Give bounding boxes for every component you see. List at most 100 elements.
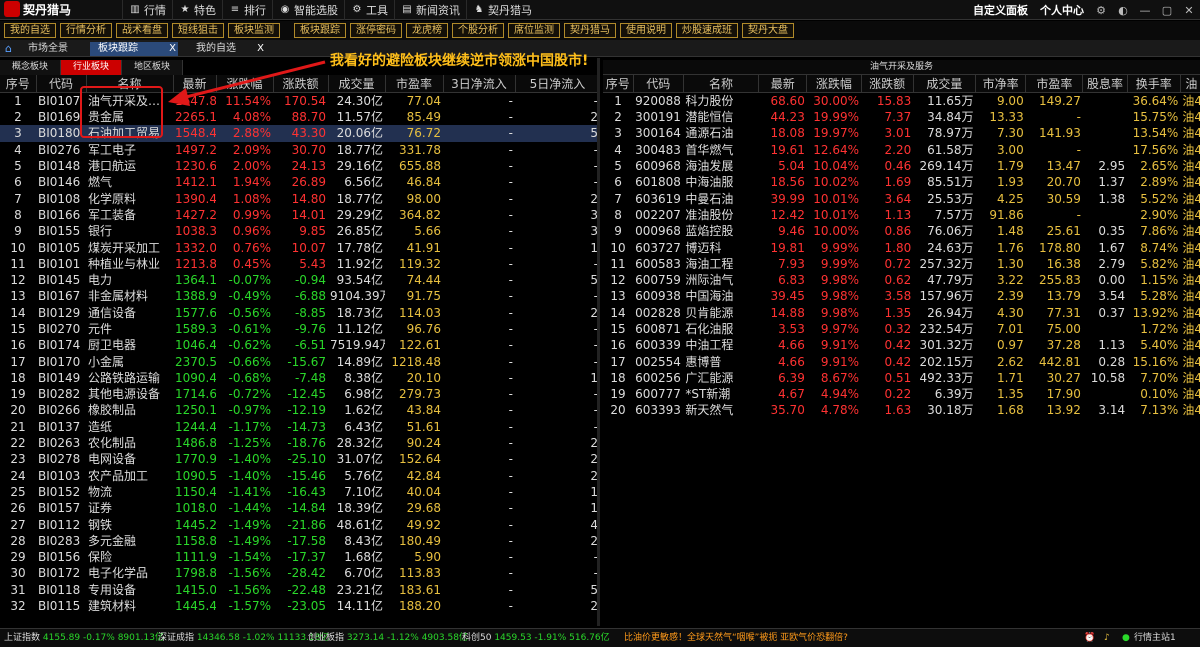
toolbar-button[interactable]: 龙虎榜 — [406, 23, 448, 38]
table-row[interactable]: 3 300164 通源石油 18.08 19.97% 3.01 78.97万 7.30 141.… — [603, 125, 1200, 141]
table-row[interactable]: 9 BI0155 银行 1038.32 0.96% 9.85 26.85亿 5.66 - 3 — [0, 223, 597, 239]
table-row[interactable]: 20 603393 新天然气 35.70 4.78% 1.63 30.18万 1.68 13.9… — [603, 402, 1200, 418]
table-row[interactable]: 28 BI0283 多元金融 1158.87 -1.49% -17.58 8.43亿 180.… — [0, 533, 597, 549]
column-header[interactable]: 序号 — [0, 75, 37, 93]
index-kc[interactable]: 科创50 1459.53 -1.91% 516.76亿 — [462, 629, 610, 647]
table-row[interactable]: 22 BI0263 农化制品 1486.87 -1.25% -18.76 28.32亿 90.… — [0, 435, 597, 451]
table-row[interactable]: 32 BI0115 建筑材料 1445.49 -1.57% -23.05 14.11亿 188… — [0, 598, 597, 614]
table-row[interactable]: 19 BI0282 其他电源设备 1714.66 -0.72% -12.45 6.98亿 27… — [0, 386, 597, 402]
table-row[interactable]: 24 BI0103 农产品加工 1090.53 -1.40% -15.46 5.76亿 42.… — [0, 468, 597, 484]
column-header[interactable]: 成交量 — [328, 75, 386, 93]
toolbar-button[interactable]: 炒股速成班 — [676, 23, 738, 38]
custom-panel-button[interactable]: 自定义面板 — [967, 2, 1034, 18]
table-row[interactable]: 12 BI0145 电力 1364.10 -0.07% -0.94 93.54亿 74.44 -… — [0, 272, 597, 288]
table-row[interactable]: 12 600759 洲际油气 6.83 9.98% 0.62 47.79万 3.22 255.8… — [603, 272, 1200, 288]
toolbar-button[interactable]: 短线狙击 — [172, 23, 224, 38]
tab-close-icon[interactable]: X — [257, 42, 264, 56]
toolbar-button[interactable]: 涨停密码 — [350, 23, 402, 38]
column-header[interactable]: 换手率 — [1127, 75, 1181, 93]
column-header[interactable]: 涨跌幅 — [806, 75, 862, 93]
sector-subtab[interactable]: 地区板块 — [122, 60, 184, 75]
table-row[interactable]: 29 BI0156 保险 1111.99 -1.54% -17.37 1.68亿 5.90 - - — [0, 549, 597, 565]
sector-subtab[interactable]: 行业板块 — [61, 60, 123, 75]
table-row[interactable]: 31 BI0118 专用设备 1415.00 -1.56% -22.48 23.21亿 183… — [0, 582, 597, 598]
table-row[interactable]: 13 BI0167 非金属材料 1388.95 -0.49% -6.88 9104.39万 9… — [0, 288, 597, 304]
table-row[interactable]: 9 000968 蓝焰控股 9.46 10.00% 0.86 76.06万 1.48 25.61… — [603, 223, 1200, 239]
menu-item[interactable]: ◉ 智能选股 — [272, 0, 344, 20]
column-header[interactable]: 名称 — [683, 75, 760, 93]
toolbar-button[interactable]: 席位监测 — [508, 23, 560, 38]
table-row[interactable]: 14 BI0129 通信设备 1577.60 -0.56% -8.85 18.73亿 114.… — [0, 305, 597, 321]
menu-item[interactable]: ♞ 契丹猎马 — [466, 0, 538, 20]
table-row[interactable]: 17 BI0170 小金属 2370.55 -0.66% -15.67 14.89亿 1218… — [0, 353, 597, 369]
menu-item[interactable]: ▥ 行情 — [122, 0, 172, 20]
tab-market[interactable]: 市场全景 — [20, 42, 88, 56]
column-header[interactable]: 名称 — [86, 75, 174, 93]
column-header[interactable]: 最新 — [173, 75, 217, 93]
table-row[interactable]: 30 BI0172 电子化学品 1798.85 -1.56% -28.42 6.70亿 113… — [0, 565, 597, 581]
table-row[interactable]: 21 BI0137 造纸 1244.40 -1.17% -14.73 6.43亿 51.61 -… — [0, 419, 597, 435]
table-row[interactable]: 14 002828 贝肯能源 14.88 9.98% 1.35 26.94万 4.30 77.3… — [603, 305, 1200, 321]
column-header[interactable]: 市净率 — [975, 75, 1027, 93]
column-header[interactable]: 市盈率 — [1025, 75, 1084, 93]
column-header[interactable]: 最新 — [758, 75, 808, 93]
menu-item[interactable]: ▤ 新闻资讯 — [394, 0, 466, 20]
alarm-icon[interactable]: ⏰ — [1084, 629, 1095, 647]
tab-close-icon[interactable]: X — [169, 42, 176, 56]
column-header[interactable]: 油 — [1180, 75, 1200, 93]
column-header[interactable]: 涨跌额 — [273, 75, 329, 93]
table-row[interactable]: 18 600256 广汇能源 6.39 8.67% 0.51 492.33万 1.71 30.2… — [603, 370, 1200, 386]
table-row[interactable]: 1 BI0107 油气开采及… 1647.86 11.54% 170.54 24.30亿 77… — [0, 93, 597, 110]
toolbar-button[interactable]: 契丹大盘 — [742, 23, 794, 38]
close-icon[interactable]: ✕ — [1178, 4, 1200, 17]
tab-sector-tracking[interactable]: 板块跟踪 X — [90, 42, 178, 56]
table-row[interactable]: 16 BI0174 厨卫电器 1046.46 -0.62% -6.51 7519.94万 12… — [0, 337, 597, 353]
menu-item[interactable]: ≡ 排行 — [222, 0, 272, 20]
table-row[interactable]: 17 002554 惠博普 4.66 9.91% 0.42 202.15万 2.62 442.8… — [603, 353, 1200, 369]
home-icon[interactable]: ⌂ — [5, 42, 12, 55]
toolbar-button[interactable]: 使用说明 — [620, 23, 672, 38]
table-row[interactable]: 8 BI0166 军工装备 1427.28 0.99% 14.01 29.29亿 364.82… — [0, 207, 597, 223]
menu-item[interactable]: ⚙ 工具 — [344, 0, 394, 20]
table-row[interactable]: 2 BI0169 贵金属 2265.13 4.08% 88.70 11.57亿 85.49 - 2 — [0, 109, 597, 125]
table-row[interactable]: 11 BI0101 种植业与林业 1213.83 0.45% 5.43 11.92亿 119.… — [0, 256, 597, 272]
sector-subtab[interactable]: 概念板块 — [0, 60, 62, 75]
toolbar-button[interactable]: 我的自选 — [4, 23, 56, 38]
table-row[interactable]: 2 300191 潜能恒信 44.23 19.99% 7.37 34.84万 13.33 - 15… — [603, 109, 1200, 125]
table-row[interactable]: 23 BI0278 电网设备 1770.91 -1.40% -25.10 31.07亿 152… — [0, 451, 597, 467]
table-row[interactable]: 3BI0180石油加工贸易1548.492.88%43.3020.06亿76.7… — [0, 125, 597, 142]
table-row[interactable]: 19 600777 *ST新潮 4.67 4.94% 0.22 6.39万 1.35 17.90… — [603, 386, 1200, 402]
table-row[interactable]: 10 603727 博迈科 19.81 9.99% 1.80 24.63万 1.76 178.8… — [603, 239, 1200, 255]
bell-icon[interactable]: ♪ — [1104, 629, 1110, 647]
column-header[interactable]: 3日净流入 — [443, 75, 516, 93]
table-row[interactable]: 4 BI0276 军工电子 1497.28 2.09% 30.70 18.77亿 331.78… — [0, 142, 597, 158]
table-row[interactable]: 8 002207 准油股份 12.42 10.01% 1.13 7.57万 91.86 - 2.9… — [603, 207, 1200, 223]
table-row[interactable]: 1 920088 科力股份 68.60 30.00% 15.83 11.65万 9.00 149… — [603, 93, 1200, 110]
menu-item[interactable]: ★ 特色 — [172, 0, 222, 20]
minimize-icon[interactable]: — — [1134, 4, 1156, 17]
table-row[interactable]: 6 601808 中海油服 18.56 10.02% 1.69 85.51万 1.93 20.7… — [603, 174, 1200, 190]
column-header[interactable]: 代码 — [633, 75, 684, 93]
settings-icon[interactable]: ⚙ — [1090, 4, 1112, 17]
column-header[interactable]: 成交量 — [913, 75, 977, 93]
skin-icon[interactable]: ◐ — [1112, 4, 1134, 17]
table-row[interactable]: 27 BI0112 钢铁 1445.26 -1.49% -21.86 48.61亿 49.92… — [0, 516, 597, 532]
table-row[interactable]: 5 BI0148 港口航运 1230.62 2.00% 24.13 29.16亿 655.88… — [0, 158, 597, 174]
table-row[interactable]: 7 603619 中曼石油 39.99 10.01% 3.64 25.53万 4.25 30.5… — [603, 190, 1200, 206]
table-row[interactable]: 7 BI0108 化学原料 1390.48 1.08% 14.80 18.77亿 98.00 -… — [0, 190, 597, 206]
column-header[interactable]: 股息率 — [1082, 75, 1128, 93]
column-header[interactable]: 代码 — [36, 75, 87, 93]
table-row[interactable]: 18 BI0149 公路铁路运输 1090.43 -0.68% -7.48 8.38亿 20.… — [0, 370, 597, 386]
toolbar-button[interactable]: 板块监测 — [228, 23, 280, 38]
toolbar-button[interactable]: 个股分析 — [452, 23, 504, 38]
user-center-button[interactable]: 个人中心 — [1034, 2, 1090, 18]
table-row[interactable]: 16 600339 中油工程 4.66 9.91% 0.42 301.32万 0.97 37.2… — [603, 337, 1200, 353]
table-row[interactable]: 25 BI0152 物流 1150.41 -1.41% -16.43 7.10亿 40.04 -… — [0, 484, 597, 500]
column-header[interactable]: 市盈率 — [385, 75, 444, 93]
table-row[interactable]: 4 300483 首华燃气 19.61 12.64% 2.20 61.58万 3.00 - 17.… — [603, 142, 1200, 158]
index-cy[interactable]: 创业板指 3273.14 -1.12% 4903.58亿 — [308, 629, 468, 647]
toolbar-button[interactable]: 板块跟踪 — [294, 23, 346, 38]
tab-watchlist[interactable]: 我的自选 X — [188, 42, 266, 56]
column-header[interactable]: 涨跌额 — [861, 75, 914, 93]
column-header[interactable]: 序号 — [603, 75, 634, 93]
